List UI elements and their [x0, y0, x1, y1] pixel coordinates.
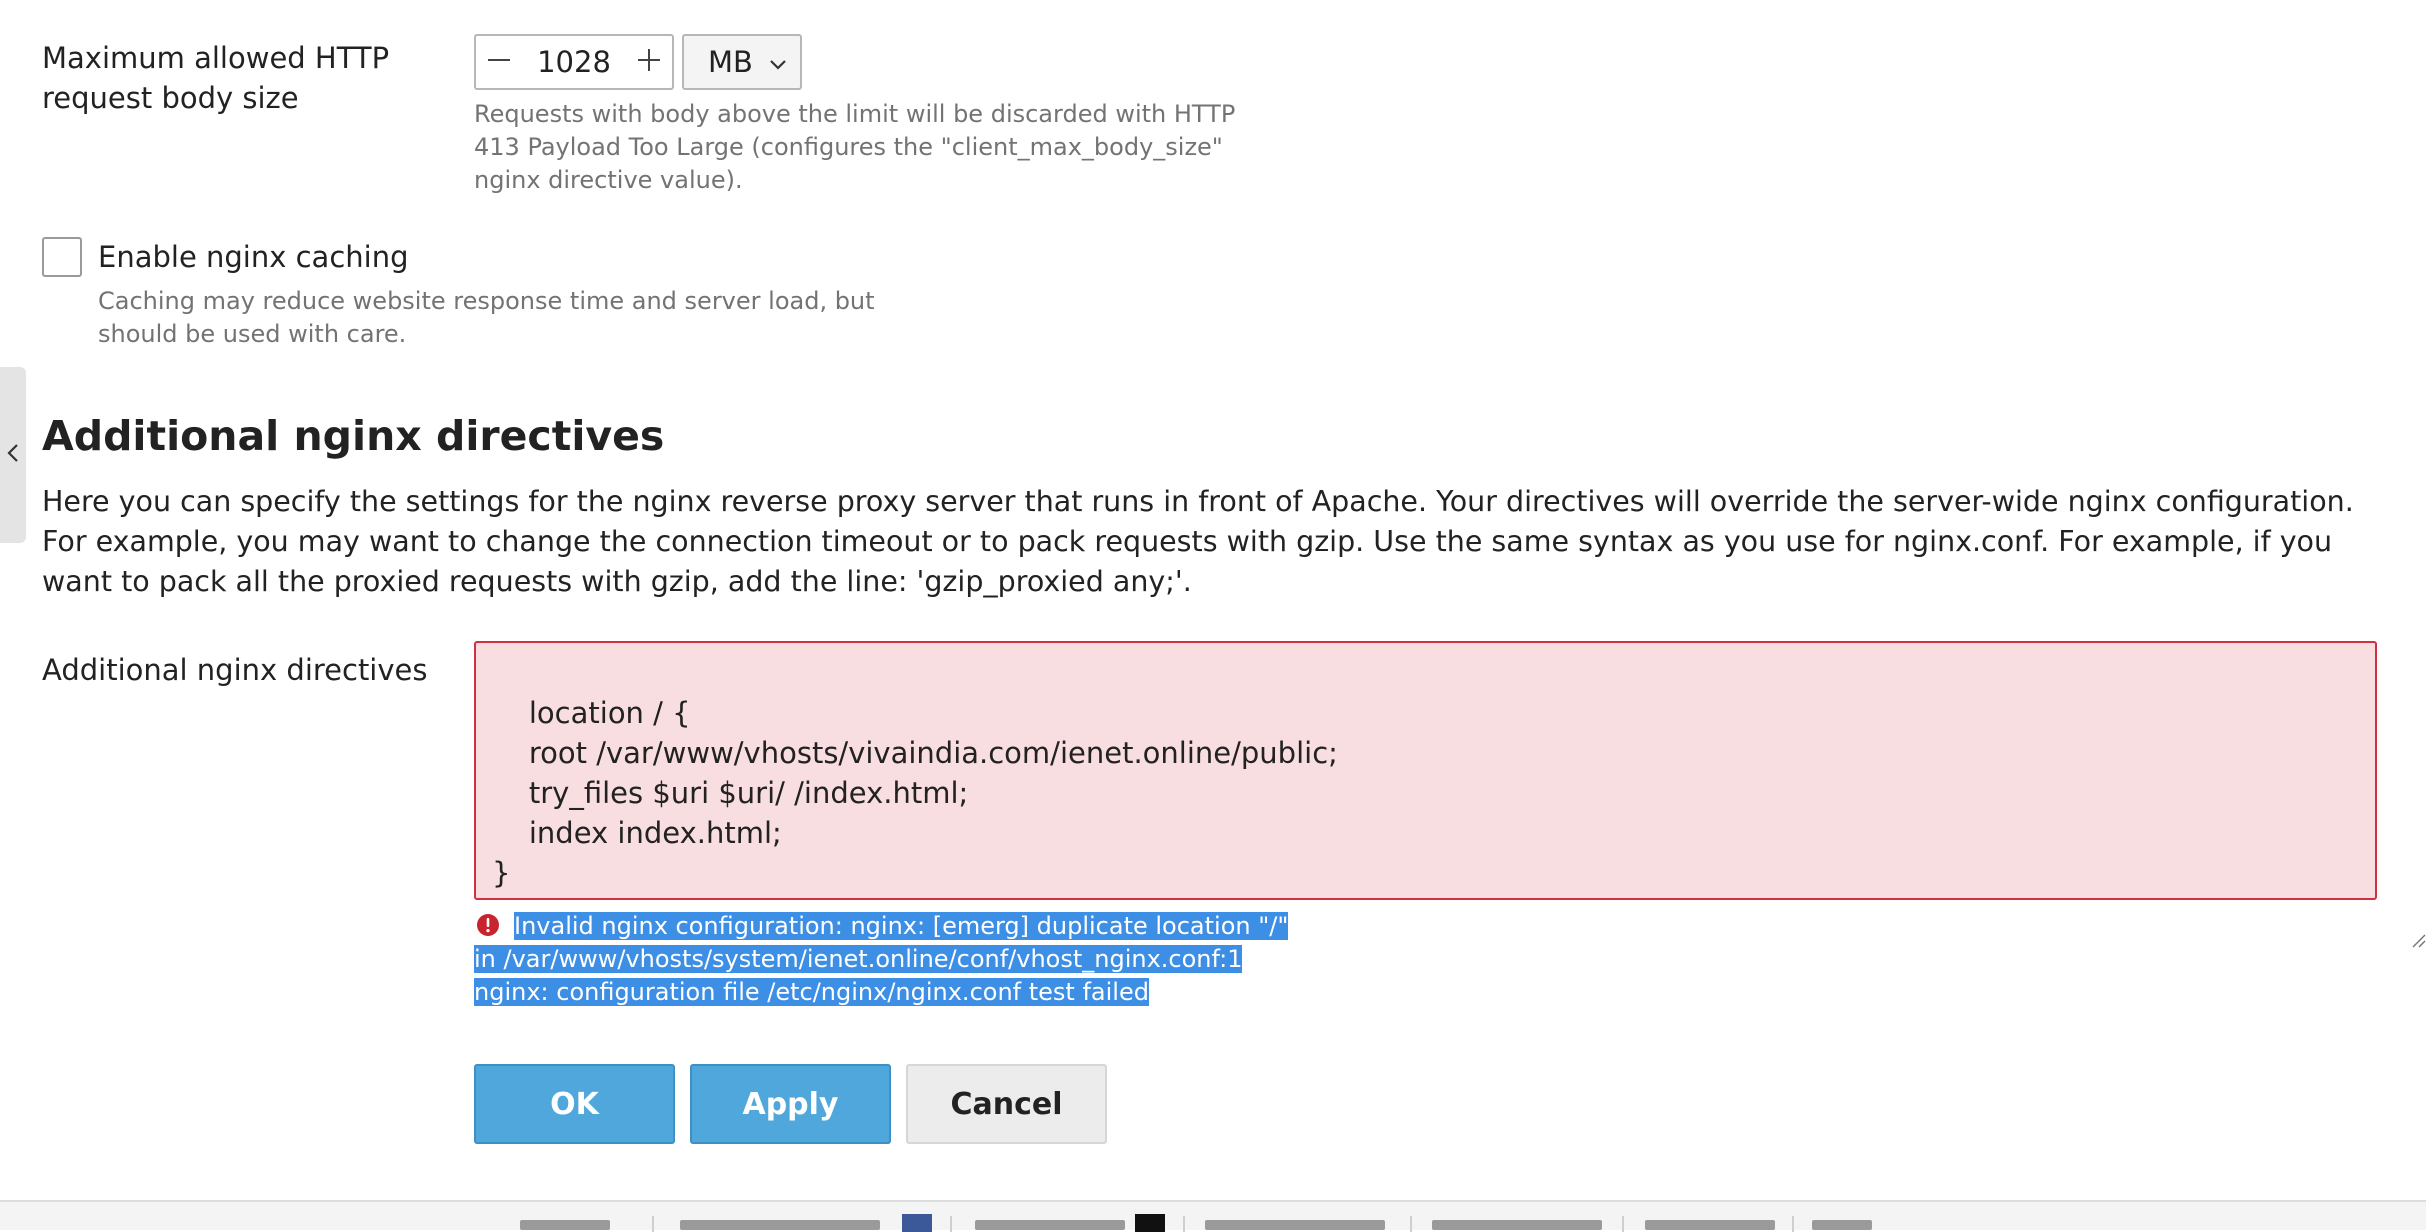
footer-link[interactable] — [1205, 1220, 1385, 1230]
footer-link[interactable] — [520, 1220, 610, 1230]
footer-link[interactable] — [1645, 1220, 1775, 1230]
body-size-label: Maximum allowed HTTP request body size — [42, 41, 390, 115]
footer-link[interactable] — [975, 1220, 1125, 1230]
apply-button[interactable]: Apply — [690, 1064, 891, 1144]
minus-icon — [486, 47, 512, 77]
unit-value: MB — [708, 45, 753, 79]
body-size-stepper: 1028 — [474, 34, 674, 90]
footer-link[interactable] — [680, 1220, 880, 1230]
body-size-unit-select[interactable]: MB — [682, 34, 802, 90]
sidebar-expand-tab[interactable] — [0, 367, 26, 543]
body-size-input[interactable]: 1028 — [522, 45, 626, 79]
footer-link[interactable] — [1432, 1220, 1602, 1230]
directives-label: Additional nginx directives — [42, 653, 428, 687]
chevron-left-icon — [6, 442, 20, 468]
footer-link[interactable] — [1812, 1220, 1872, 1230]
enable-caching-checkbox[interactable] — [42, 237, 82, 277]
error-message: Invalid nginx configuration: nginx: [eme… — [474, 912, 1289, 1006]
resize-grip-icon[interactable] — [2355, 878, 2426, 948]
section-description: Here you can specify the settings for th… — [42, 485, 2354, 598]
facebook-icon[interactable] — [902, 1214, 932, 1232]
directives-error: Invalid nginx configuration: nginx: [eme… — [474, 910, 1294, 1009]
section-title: Additional nginx directives — [42, 412, 665, 460]
decrement-button[interactable] — [476, 36, 522, 88]
plus-icon — [636, 47, 662, 77]
body-size-hint: Requests with body above the limit will … — [474, 100, 1236, 194]
x-icon[interactable] — [1135, 1214, 1165, 1232]
increment-button[interactable] — [626, 36, 672, 88]
ok-button[interactable]: OK — [474, 1064, 675, 1144]
directives-text: location / { root /var/www/vhosts/vivain… — [492, 696, 1338, 890]
nginx-settings-page: Maximum allowed HTTP request body size 1… — [0, 0, 2426, 1200]
caching-hint: Caching may reduce website response time… — [98, 287, 875, 348]
footer-bar — [0, 1200, 2426, 1232]
chevron-down-icon — [768, 45, 788, 79]
cancel-button[interactable]: Cancel — [906, 1064, 1107, 1144]
error-icon — [476, 913, 500, 937]
directives-textarea[interactable]: location / { root /var/www/vhosts/vivain… — [474, 641, 2426, 948]
enable-caching-label[interactable]: Enable nginx caching — [98, 237, 409, 277]
